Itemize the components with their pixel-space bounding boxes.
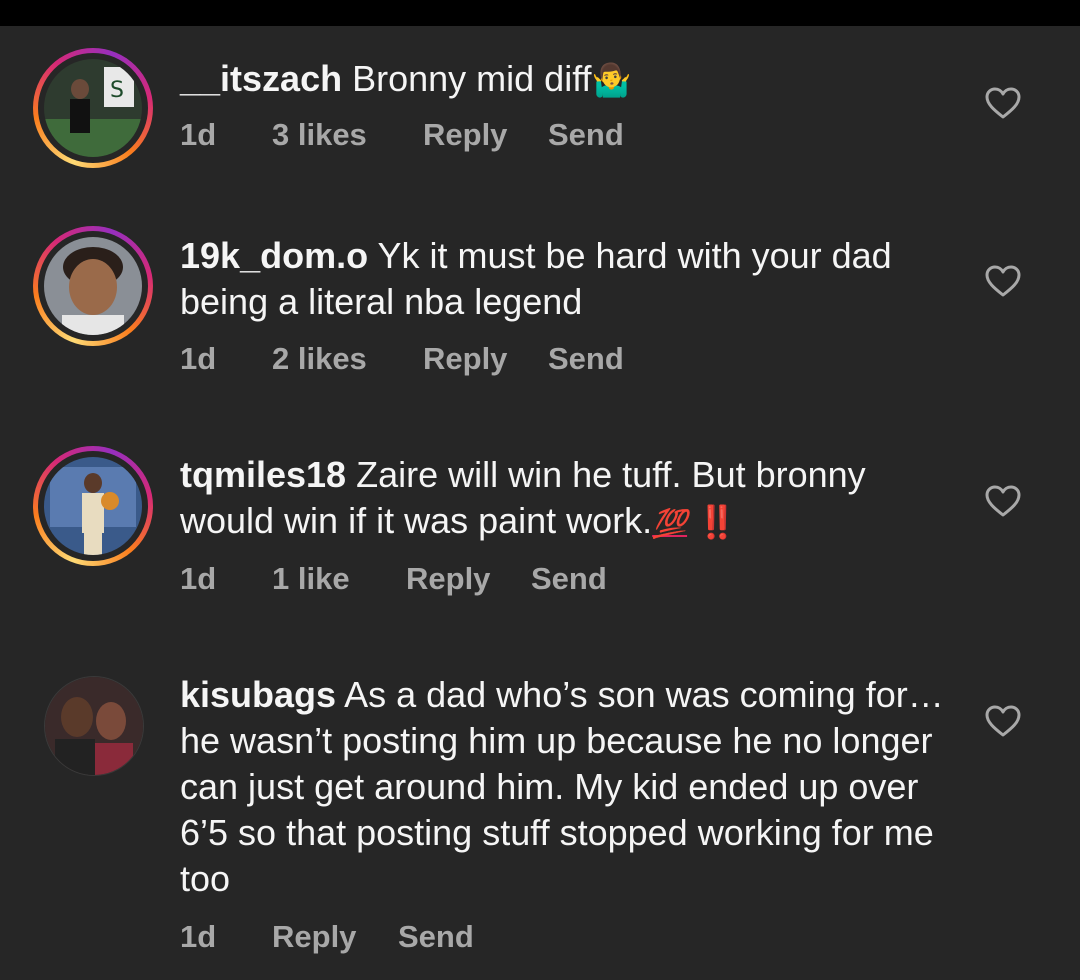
avatar[interactable] xyxy=(33,446,153,566)
reply-button[interactable]: Reply xyxy=(272,919,356,955)
send-button[interactable]: Send xyxy=(398,919,474,955)
avatar[interactable]: S xyxy=(33,48,153,168)
shrug-emoji-icon: 🤷‍♂️ xyxy=(591,61,632,99)
comment-text-block: kisubags As a dad who’s son was coming f… xyxy=(180,672,950,902)
send-button[interactable]: Send xyxy=(531,561,607,597)
comment-username[interactable]: 19k_dom.o xyxy=(180,235,368,276)
comment-time: 1d xyxy=(180,919,217,954)
reply-button[interactable]: Reply xyxy=(423,341,507,377)
heart-outline-icon[interactable] xyxy=(984,86,1022,120)
comment-time: 1d xyxy=(180,561,217,596)
comment-body: Bronny mid diff xyxy=(352,58,592,99)
comment-text-block: tqmiles18 Zaire will win he tuff. But br… xyxy=(180,452,950,547)
send-button[interactable]: Send xyxy=(548,117,624,153)
comment-likes[interactable]: 1 like xyxy=(272,561,350,597)
comment-username[interactable]: tqmiles18 xyxy=(180,454,346,495)
reply-button[interactable]: Reply xyxy=(423,117,507,153)
svg-text:S: S xyxy=(110,78,124,103)
send-button[interactable]: Send xyxy=(548,341,624,377)
status-bar xyxy=(0,0,1080,26)
avatar[interactable] xyxy=(44,676,144,776)
comment-likes[interactable]: 2 likes xyxy=(272,341,367,377)
heart-outline-icon[interactable] xyxy=(984,484,1022,518)
comment-text-block: __itszach Bronny mid diff🤷‍♂️ xyxy=(180,56,950,103)
comment-username[interactable]: kisubags xyxy=(180,674,336,715)
double-exclamation-emoji-icon: ‼️ xyxy=(697,503,737,541)
comment-likes[interactable]: 3 likes xyxy=(272,117,367,153)
comment-time: 1d xyxy=(180,117,217,152)
reply-button[interactable]: Reply xyxy=(406,561,490,597)
avatar[interactable] xyxy=(33,226,153,346)
comment-text-block: 19k_dom.o Yk it must be hard with your d… xyxy=(180,233,950,325)
comment-time: 1d xyxy=(180,341,217,376)
comment-username[interactable]: __itszach xyxy=(180,58,342,99)
heart-outline-icon[interactable] xyxy=(984,704,1022,738)
heart-outline-icon[interactable] xyxy=(984,264,1022,298)
hundred-points-emoji-icon: 💯 xyxy=(652,507,688,540)
